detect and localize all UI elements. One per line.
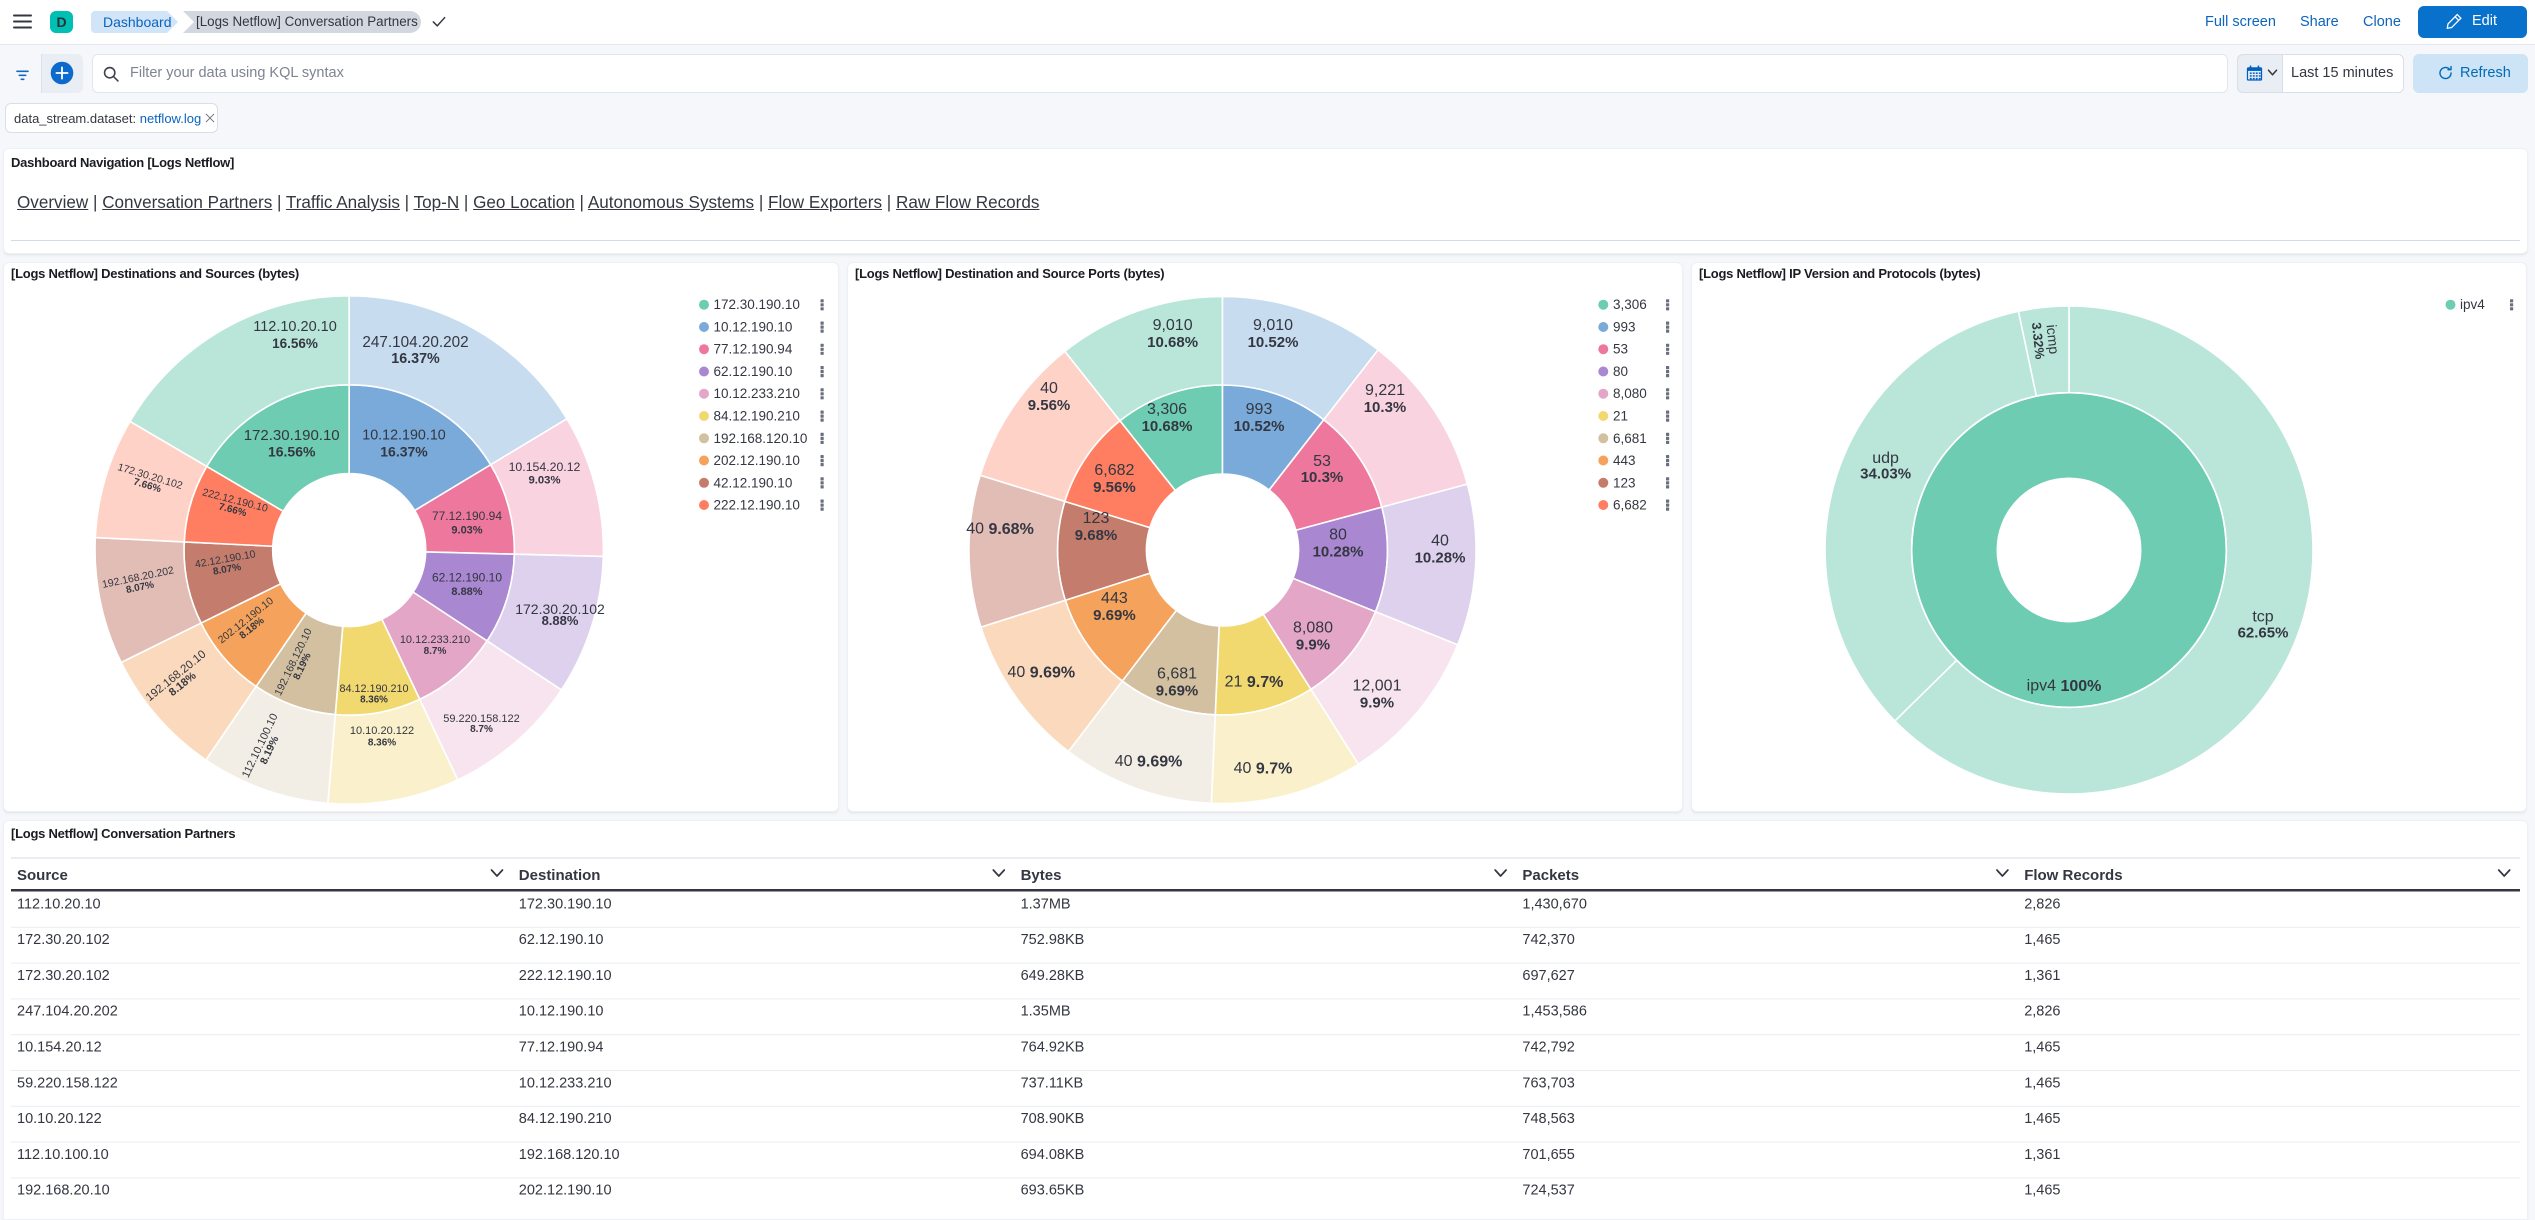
svg-text:701,655: 701,655 — [1522, 1147, 1574, 1163]
svg-text:708.90KB: 708.90KB — [1021, 1111, 1085, 1127]
svg-text:1,465: 1,465 — [2024, 1040, 2060, 1056]
svg-text:77.12.190.94: 77.12.190.94 — [519, 1040, 604, 1056]
svg-text:172.30.190.10: 172.30.190.10 — [519, 896, 612, 912]
svg-text:202.12.190.10: 202.12.190.10 — [519, 1183, 612, 1199]
svg-text:59.220.158.122: 59.220.158.122 — [17, 1075, 118, 1091]
svg-text:697,627: 697,627 — [1522, 968, 1574, 984]
svg-text:748,563: 748,563 — [1522, 1111, 1574, 1127]
svg-text:693.65KB: 693.65KB — [1021, 1183, 1085, 1199]
svg-text:172.30.20.102: 172.30.20.102 — [17, 968, 110, 984]
svg-text:Flow Records: Flow Records — [2024, 867, 2122, 884]
svg-text:10.10.20.122: 10.10.20.122 — [17, 1111, 102, 1127]
svg-text:222.12.190.10: 222.12.190.10 — [519, 968, 612, 984]
svg-text:84.12.190.210: 84.12.190.210 — [519, 1111, 612, 1127]
svg-text:192.168.120.10: 192.168.120.10 — [519, 1147, 620, 1163]
svg-text:192.168.20.10: 192.168.20.10 — [17, 1183, 110, 1199]
svg-text:10.154.20.12: 10.154.20.12 — [17, 1040, 102, 1056]
svg-text:Source: Source — [17, 867, 68, 884]
svg-text:649.28KB: 649.28KB — [1021, 968, 1085, 984]
svg-text:1,430,670: 1,430,670 — [1522, 896, 1587, 912]
svg-text:737.11KB: 737.11KB — [1021, 1075, 1084, 1091]
svg-text:1,465: 1,465 — [2024, 932, 2060, 948]
svg-text:2,826: 2,826 — [2024, 896, 2060, 912]
svg-text:694.08KB: 694.08KB — [1021, 1147, 1085, 1163]
svg-text:742,370: 742,370 — [1522, 932, 1574, 948]
svg-text:10.12.190.10: 10.12.190.10 — [519, 1004, 604, 1020]
svg-text:10.12.233.210: 10.12.233.210 — [519, 1075, 612, 1091]
svg-text:Packets: Packets — [1522, 867, 1579, 884]
svg-text:247.104.20.202: 247.104.20.202 — [17, 1004, 118, 1020]
svg-text:1,465: 1,465 — [2024, 1111, 2060, 1127]
svg-text:Destination: Destination — [519, 867, 601, 884]
svg-text:1.35MB: 1.35MB — [1021, 1004, 1071, 1020]
svg-text:763,703: 763,703 — [1522, 1075, 1574, 1091]
svg-text:112.10.100.10: 112.10.100.10 — [17, 1147, 109, 1163]
svg-text:752.98KB: 752.98KB — [1021, 932, 1085, 948]
svg-text:1,465: 1,465 — [2024, 1183, 2060, 1199]
svg-text:742,792: 742,792 — [1522, 1040, 1574, 1056]
svg-text:1,465: 1,465 — [2024, 1075, 2060, 1091]
svg-text:1.37MB: 1.37MB — [1021, 896, 1071, 912]
svg-text:764.92KB: 764.92KB — [1021, 1040, 1085, 1056]
svg-text:2,826: 2,826 — [2024, 1004, 2060, 1020]
svg-text:Bytes: Bytes — [1021, 867, 1062, 884]
svg-text:62.12.190.10: 62.12.190.10 — [519, 932, 604, 948]
svg-text:1,453,586: 1,453,586 — [1522, 1004, 1587, 1020]
svg-text:172.30.20.102: 172.30.20.102 — [17, 932, 110, 948]
svg-text:112.10.20.10: 112.10.20.10 — [17, 896, 101, 912]
svg-text:724,537: 724,537 — [1522, 1183, 1574, 1199]
svg-text:1,361: 1,361 — [2024, 1147, 2060, 1163]
svg-text:1,361: 1,361 — [2024, 968, 2060, 984]
